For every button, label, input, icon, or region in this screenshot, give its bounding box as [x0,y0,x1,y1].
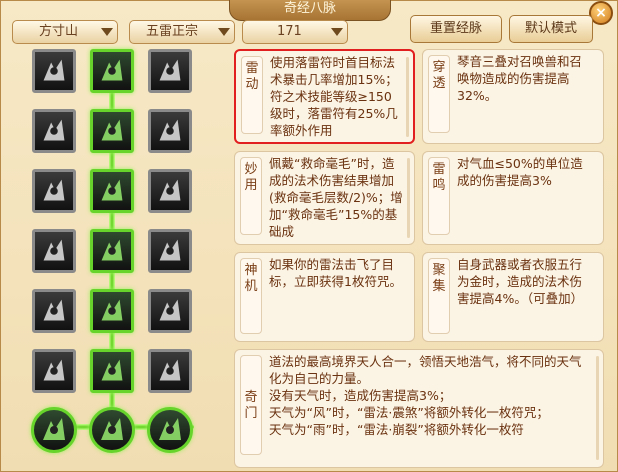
scrollbar[interactable] [406,57,409,137]
talent-label: 雷动 [241,56,263,134]
swirl-icon[interactable] [31,407,77,453]
wave-icon[interactable] [90,169,134,213]
talent-card[interactable]: 雷鸣 对气血≤50%的单位造成的伤害提高3% [422,151,604,245]
talent-description: 使用落雷符时首目标法术暴击几率增加15%；符之术技能等级≥150级时，落雷符有2… [270,55,398,138]
talent-description: 琴音三叠对召唤兽和召唤物造成的伤害提高32%。 [457,54,583,103]
lightning-icon[interactable] [32,229,76,273]
talent-label: 奇门 [240,355,262,455]
skill-tree [14,49,221,469]
fire-icon[interactable] [32,169,76,213]
talent-card-wide[interactable]: 奇门 道法的最高境界天人合一，领悟天地浩气，将不同的天气化为自己的力量。 没有天… [234,349,604,468]
reset-meridian-button[interactable]: 重置经脉 [410,15,502,43]
branch-value: 五雷正宗 [146,24,199,39]
talent-card[interactable]: 神机 如果你的雷法击飞了目标，立即获得1枚符咒。 [234,252,415,342]
talent-label: 神机 [240,258,262,334]
staff-icon[interactable] [148,109,192,153]
orb-icon[interactable] [148,289,192,333]
stream-icon[interactable] [90,289,134,333]
talent-label: 聚集 [428,258,450,334]
chevron-down-icon [101,28,113,36]
yinyang-icon[interactable] [148,229,192,273]
talent-label: 穿透 [428,55,450,133]
rune-icon[interactable] [90,109,134,153]
talent-card[interactable]: 聚集 自身武器或者衣服五行为金时，造成的法术伤害提高4%。（可叠加） [422,252,604,342]
scrolls-icon[interactable] [90,349,134,393]
scrollbar[interactable] [596,356,599,460]
talent-label: 妙用 [240,157,262,235]
rain-icon[interactable] [32,109,76,153]
talent-card[interactable]: 妙用 佩戴“救命毫毛”时，造成的法术伤害结果增加(救命毫毛层数/2)%；增加“救… [234,151,415,245]
level-dropdown[interactable]: 171 [242,20,348,44]
talent-description: 自身武器或者衣服五行为金时，造成的法术伤害提高4%。（可叠加） [457,257,584,306]
feather-icon[interactable] [148,169,192,213]
talent-label: 雷鸣 [428,157,450,235]
school-dropdown[interactable]: 方寸山 [12,20,118,44]
chevron-down-icon [331,28,343,36]
chevron-down-icon [218,28,230,36]
meridian-window: 奇经八脉 × 方寸山 五雷正宗 171 重置经脉 默认模式 雷动 使用落雷符时首… [0,0,618,472]
level-value: 171 [277,24,302,39]
default-mode-button[interactable]: 默认模式 [509,15,593,43]
school-value: 方寸山 [39,24,79,39]
talent-description: 佩戴“救命毫毛”时，造成的法术伤害结果增加(救命毫毛层数/2)%；增加“救命毫毛… [269,156,403,239]
swirl-icon[interactable] [147,407,193,453]
talent-description: 如果你的雷法击飞了目标，立即获得1枚符咒。 [269,257,402,289]
talent-description: 道法的最高境界天人合一，领悟天地浩气，将不同的天气化为自己的力量。 没有天气时，… [269,354,582,437]
arrow-down-icon[interactable] [90,229,134,273]
spikes-icon[interactable] [32,289,76,333]
branch-dropdown[interactable]: 五雷正宗 [129,20,235,44]
talisman-icon[interactable] [90,49,134,93]
talent-description: 对气血≤50%的单位造成的伤害提高3% [457,156,583,188]
mask-icon[interactable] [89,407,135,453]
storm-icon[interactable] [148,49,192,93]
talent-card[interactable]: 雷动 使用落雷符时首目标法术暴击几率增加15%；符之术技能等级≥150级时，落雷… [234,49,415,144]
talent-card[interactable]: 穿透 琴音三叠对召唤兽和召唤物造成的伤害提高32%。 [422,49,604,144]
cards-icon[interactable] [32,349,76,393]
tablet-icon[interactable] [148,349,192,393]
window-title: 奇经八脉 [229,0,391,21]
shock-icon[interactable] [32,49,76,93]
scrollbar[interactable] [407,158,410,238]
